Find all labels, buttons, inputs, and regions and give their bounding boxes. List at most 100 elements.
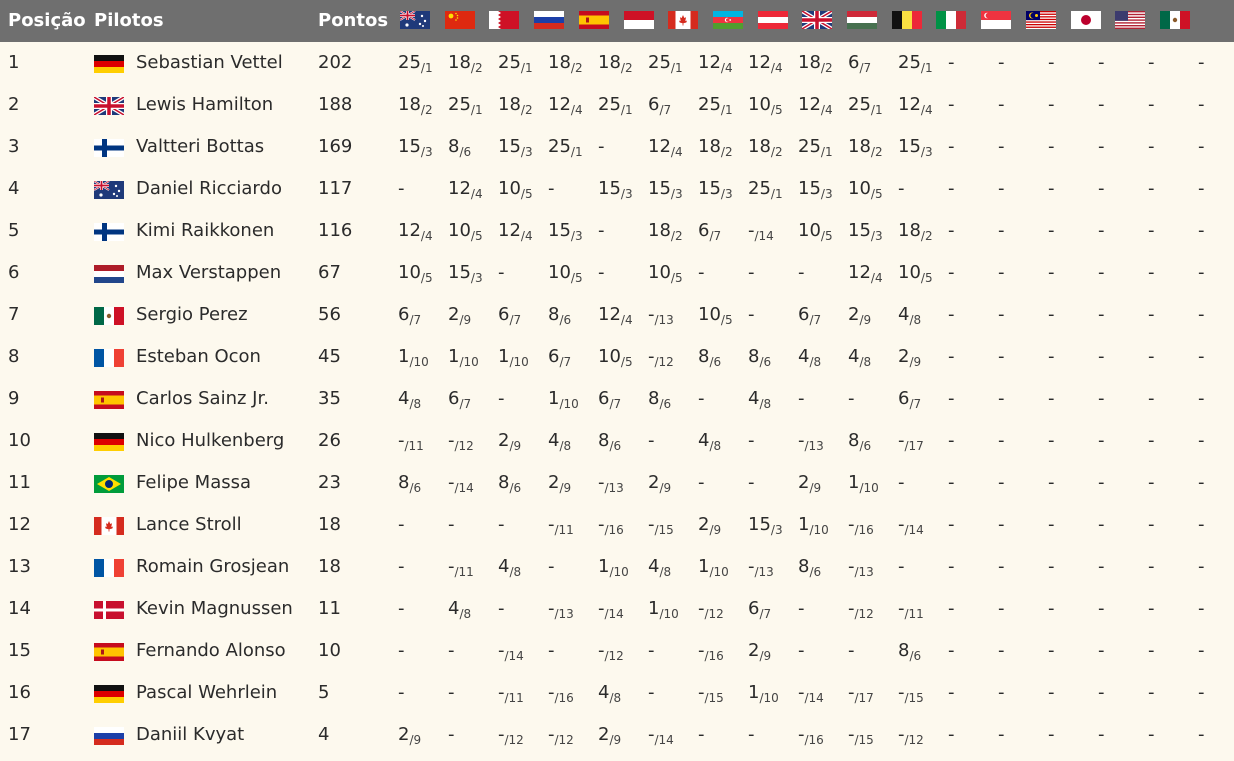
race-result-cell: -/11 — [398, 420, 424, 462]
finland-flag-icon — [94, 139, 124, 157]
race-result-cell: -/13 — [598, 462, 624, 504]
race-points: - — [1198, 220, 1205, 241]
race-points: 1 — [498, 346, 510, 367]
race-points: - — [1148, 178, 1155, 199]
race-points: - — [798, 388, 805, 409]
race-result-cell: 10/5 — [498, 168, 533, 210]
race-result-cell: -/14 — [448, 462, 474, 504]
finish-position: /5 — [520, 187, 533, 201]
race-result-cell: - — [1098, 168, 1105, 210]
race-result-cell: 10/5 — [548, 252, 583, 294]
finish-position: /1 — [770, 187, 783, 201]
finish-position: /4 — [620, 313, 633, 327]
race-points: - — [1048, 430, 1055, 451]
race-points: - — [998, 94, 1005, 115]
race-result-cell: - — [1148, 252, 1155, 294]
race-result-cell: - — [548, 168, 555, 210]
position-cell: 1 — [8, 52, 20, 73]
race-result-cell: -/16 — [698, 630, 724, 672]
finish-position: /3 — [770, 523, 783, 537]
race-points: - — [1048, 52, 1055, 73]
race-points: 4 — [848, 346, 860, 367]
race-points: - — [948, 598, 955, 619]
race-result-cell: - — [998, 126, 1005, 168]
finish-position: /8 — [709, 439, 722, 453]
race-result-cell: 4/8 — [648, 546, 671, 588]
finish-position: /8 — [609, 691, 622, 705]
points-cell: 117 — [318, 178, 353, 199]
race-result-cell: 8/6 — [598, 420, 621, 462]
race-result-cell: 15/3 — [448, 252, 483, 294]
race-result-cell: -/13 — [548, 588, 574, 630]
great-britain-flag-icon — [802, 11, 832, 29]
race-result-cell: - — [398, 504, 405, 546]
race-points: - — [448, 724, 455, 745]
race-points: - — [1048, 262, 1055, 283]
race-points: 4 — [448, 598, 460, 619]
finish-position: /5 — [770, 103, 783, 117]
race-result-cell: - — [648, 420, 655, 462]
race-points: - — [1098, 598, 1105, 619]
table-header: Posição Pilotos Pontos — [0, 0, 1234, 42]
table-row: 8 Esteban Ocon 45 1/10 1/10 1/10 6/7 10/5 -/12 8/… — [0, 336, 1234, 378]
race-points: 25 — [798, 136, 821, 157]
spain-flag-icon — [94, 643, 124, 661]
race-result-cell: -/15 — [848, 714, 874, 756]
race-points: 18 — [798, 52, 821, 73]
germany-flag-icon — [94, 55, 124, 73]
race-result-cell: - — [1198, 84, 1205, 126]
race-result-cell: 4/8 — [498, 546, 521, 588]
race-points: 8 — [698, 346, 710, 367]
race-points: 10 — [848, 178, 871, 199]
race-result-cell: - — [848, 378, 855, 420]
race-points: - — [1198, 346, 1205, 367]
race-result-cell: - — [998, 462, 1005, 504]
finish-position: /6 — [809, 565, 822, 579]
race-result-cell: - — [1198, 588, 1205, 630]
race-points: - — [698, 262, 705, 283]
race-result-cell: - — [698, 378, 705, 420]
finish-position: /8 — [759, 397, 772, 411]
position-cell: 10 — [8, 430, 31, 451]
points-cell: 67 — [318, 262, 341, 283]
race-result-cell: - — [1048, 168, 1055, 210]
race-result-cell: 12/4 — [898, 84, 933, 126]
race-result-cell: 1/10 — [498, 336, 529, 378]
race-result-cell: 18/2 — [648, 210, 683, 252]
race-result-cell: -/15 — [648, 504, 674, 546]
race-points: 1 — [848, 472, 860, 493]
race-result-cell: - — [1048, 42, 1055, 84]
race-points: - — [898, 472, 905, 493]
driver-name: Nico Hulkenberg — [136, 430, 285, 451]
race-points: - — [1148, 346, 1155, 367]
race-points: - — [1098, 178, 1105, 199]
race-points: - — [748, 430, 755, 451]
race-result-cell: 8/6 — [748, 336, 771, 378]
race-result-cell: - — [998, 672, 1005, 714]
race-result-cell: - — [548, 546, 555, 588]
race-result-cell: 1/10 — [598, 546, 629, 588]
race-result-cell: - — [948, 672, 955, 714]
race-points: 1 — [748, 682, 760, 703]
race-points: - — [798, 598, 805, 619]
race-result-cell: 25/1 — [848, 84, 883, 126]
japan-flag-icon — [1071, 11, 1101, 29]
finish-position: /6 — [859, 439, 872, 453]
points-cell: 35 — [318, 388, 341, 409]
race-result-cell: 25/1 — [448, 84, 483, 126]
race-points: - — [1148, 388, 1155, 409]
table-row: 11 Felipe Massa 23 8/6 -/14 8/6 2/9 -/13 2/9- -2/… — [0, 462, 1234, 504]
finish-position: /1 — [670, 61, 683, 75]
spain-flag-icon — [579, 11, 609, 29]
race-result-cell: - — [948, 84, 955, 126]
race-result-cell: - — [948, 462, 955, 504]
race-result-cell: -/12 — [698, 588, 724, 630]
race-result-cell: -/11 — [548, 504, 574, 546]
race-points: - — [1148, 262, 1155, 283]
race-result-cell: - — [1198, 378, 1205, 420]
finish-position: /5 — [570, 271, 583, 285]
race-points: 25 — [548, 136, 571, 157]
finish-position: /1 — [720, 103, 733, 117]
finish-position: /4 — [670, 145, 683, 159]
race-points: 1 — [698, 556, 710, 577]
